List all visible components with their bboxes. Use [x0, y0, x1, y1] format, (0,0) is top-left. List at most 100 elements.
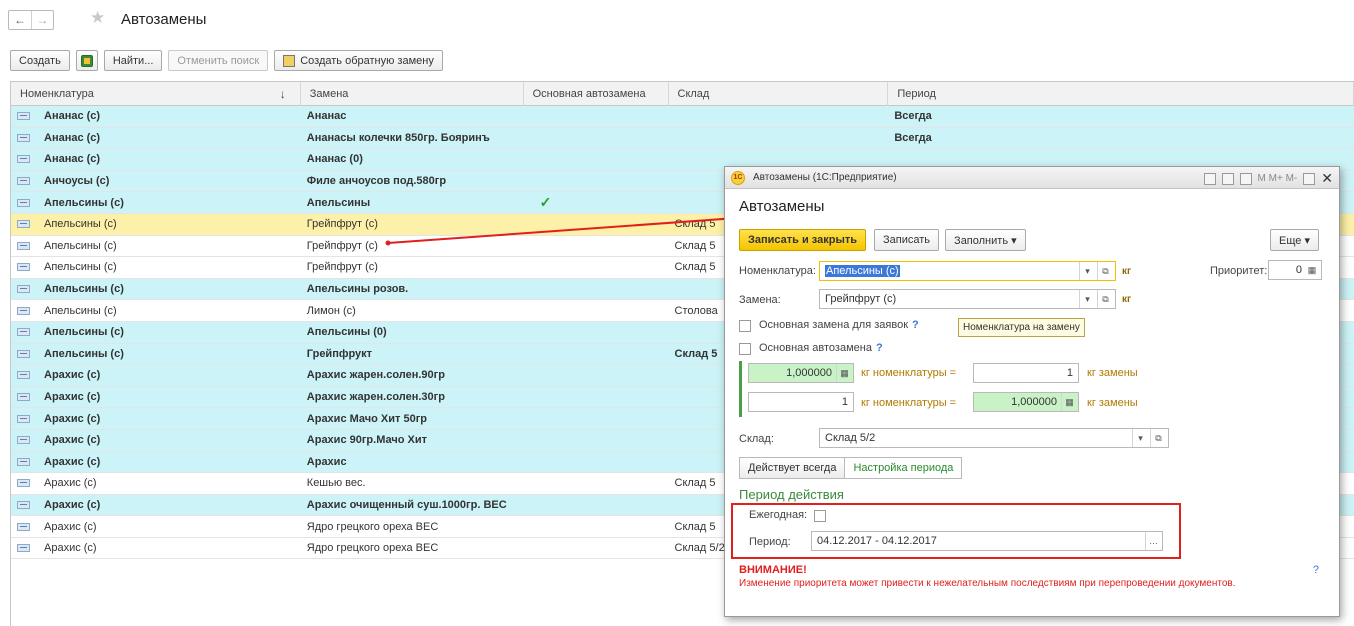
dropdown-icon[interactable]: ▾ [1079, 262, 1095, 280]
cell-replacement: Лимон (с) [306, 304, 356, 317]
cancel-search-button[interactable]: Отменить поиск [168, 50, 269, 71]
forward-arrow-icon[interactable]: → [31, 11, 53, 29]
ellipsis-icon[interactable]: … [1145, 532, 1161, 550]
cell-nomenclature: Арахис (с) [11, 369, 301, 381]
more-button[interactable]: Еще ▾ [1270, 229, 1319, 251]
help-icon[interactable]: ? [1313, 564, 1319, 576]
warehouse-field[interactable]: Склад 5/2 ▾ ⧉ [819, 428, 1169, 448]
column-header-warehouse[interactable]: Склад [669, 82, 889, 106]
nomenclature-text: Апельсины (с) [44, 283, 124, 296]
calculator-small-icon[interactable]: ▦ [836, 364, 852, 382]
column-header-period[interactable]: Период [888, 82, 1354, 106]
document-copy-icon [283, 54, 296, 67]
cell-replacement: Грейпфрут (с) [306, 261, 378, 274]
row-icon [17, 457, 30, 466]
main-auto-checkbox[interactable] [739, 343, 751, 355]
row-icon [17, 393, 30, 402]
print-icon[interactable] [1203, 172, 1216, 185]
open-icon[interactable]: ⧉ [1097, 262, 1113, 280]
ratio2-right-field[interactable]: 1,000000 ▦ [973, 392, 1079, 412]
replacement-label: Замена: [739, 294, 781, 306]
favorite-star-icon[interactable]: ★ [90, 8, 105, 28]
fill-button[interactable]: Заполнить ▾ [945, 229, 1026, 251]
warning-heading: ВНИМАНИЕ! [739, 564, 807, 576]
nomenclature-field[interactable]: Апельсины (с) ▾ ⧉ [819, 261, 1116, 281]
dropdown-icon[interactable]: ▾ [1132, 429, 1148, 447]
cell-replacement: Кешью вес. [306, 477, 366, 490]
calculator-small-icon[interactable]: ▦ [1304, 261, 1320, 279]
ratio2-left-field[interactable]: 1 [748, 392, 854, 412]
cell-replacement: Грейпфрукт [306, 347, 373, 360]
replacement-value: Грейпфрут (с) [825, 293, 897, 305]
cell-nomenclature: Арахис (с) [11, 521, 301, 533]
nomenclature-text: Арахис (с) [44, 391, 101, 404]
nomenclature-text: Арахис (с) [44, 369, 101, 382]
autoreplacement-dialog: 1С Автозамены (1С:Предприятие) M M+ M- ✕… [724, 166, 1340, 617]
tab-period-settings[interactable]: Настройка периода [845, 458, 961, 478]
cell-main-auto: ✓ [539, 194, 552, 211]
column-header-replacement[interactable]: Замена [301, 82, 524, 106]
create-reverse-replacement-button[interactable]: Создать обратную замену [274, 50, 443, 71]
replacement-field[interactable]: Грейпфрут (с) ▾ ⧉ [819, 289, 1116, 309]
nomenclature-text: Апельсины (с) [44, 347, 124, 360]
cell-nomenclature: Апельсины (с) [11, 348, 301, 360]
ratio1-left-field[interactable]: 1,000000 ▦ [748, 363, 854, 383]
row-icon [17, 479, 30, 488]
row-icon [17, 177, 30, 186]
table-row[interactable]: Ананас (с) Ананас Всегда [11, 106, 1354, 128]
cell-nomenclature: Апельсины (с) [11, 261, 301, 273]
period-label: Период: [749, 536, 791, 548]
ratio1-right-field[interactable]: 1 [973, 363, 1079, 383]
ratio1-left-value: 1,000000 [786, 367, 832, 379]
cell-replacement: Ядро грецкого ореха ВЕС [306, 542, 439, 555]
calculator-small-icon[interactable]: ▦ [1061, 393, 1077, 411]
priority-field[interactable]: 0 ▦ [1268, 260, 1322, 280]
priority-label: Приоритет: [1210, 265, 1268, 277]
row-icon [17, 371, 30, 380]
export-excel-button[interactable] [75, 50, 98, 71]
dialog-toolbar: Записать и закрыть Записать Заполнить ▾ [739, 229, 1026, 251]
close-icon[interactable]: ✕ [1321, 170, 1333, 187]
cell-replacement: Ядро грецкого ореха ВЕС [306, 520, 439, 533]
maximize-icon[interactable] [1303, 172, 1316, 185]
save-button[interactable]: Записать [874, 229, 940, 251]
memory-buttons[interactable]: M M+ M- [1258, 173, 1298, 184]
nomenclature-text: Ананас (с) [44, 110, 101, 123]
nomenclature-text: Апельсины (с) [44, 218, 117, 231]
nomenclature-text: Апельсины (с) [44, 196, 124, 209]
column-header-main-auto[interactable]: Основная автозамена [524, 82, 669, 106]
cell-nomenclature: Арахис (с) [11, 413, 301, 425]
open-icon[interactable]: ⧉ [1150, 429, 1166, 447]
cell-replacement: Филе анчоусов под.580гр [306, 175, 447, 188]
cell-nomenclature: Ананас (с) [11, 110, 301, 122]
row-icon [17, 522, 30, 531]
tab-always[interactable]: Действует всегда [740, 458, 846, 478]
tooltip: Номенклатура на замену [958, 318, 1085, 337]
row-icon [17, 349, 30, 358]
create-button[interactable]: Создать [10, 50, 70, 71]
dropdown-icon[interactable]: ▾ [1079, 290, 1095, 308]
help-icon[interactable]: ? [876, 342, 883, 354]
row-icon [17, 198, 30, 207]
nomenclature-text: Арахис (с) [44, 434, 101, 447]
back-arrow-icon[interactable]: ← [9, 11, 31, 29]
cell-nomenclature: Ананас (с) [11, 153, 301, 165]
ratio2-mid-label: кг номенклатуры = [861, 397, 957, 409]
calculator-icon[interactable] [1221, 172, 1234, 185]
main-for-orders-checkbox[interactable] [739, 320, 751, 332]
find-button[interactable]: Найти... [103, 50, 163, 71]
cell-nomenclature: Арахис (с) [11, 542, 301, 554]
cell-nomenclature: Апельсины (с) [11, 240, 301, 252]
nomenclature-text: Арахис (с) [44, 520, 97, 533]
help-icon[interactable]: ? [912, 319, 919, 331]
save-and-close-button[interactable]: Записать и закрыть [739, 229, 867, 251]
column-header-nomenclature[interactable]: Номенклатура ↓ [11, 82, 301, 106]
period-field[interactable]: 04.12.2017 - 04.12.2017 … [811, 531, 1163, 551]
1c-logo-icon: 1С [731, 170, 745, 185]
open-icon[interactable]: ⧉ [1097, 290, 1113, 308]
yearly-checkbox[interactable] [814, 510, 826, 522]
calendar-icon[interactable] [1239, 172, 1252, 185]
row-icon [17, 414, 30, 423]
table-row[interactable]: Ананас (с) Ананасы колечки 850гр. Бояринъ… [11, 127, 1354, 150]
cell-nomenclature: Арахис (с) [11, 477, 301, 489]
